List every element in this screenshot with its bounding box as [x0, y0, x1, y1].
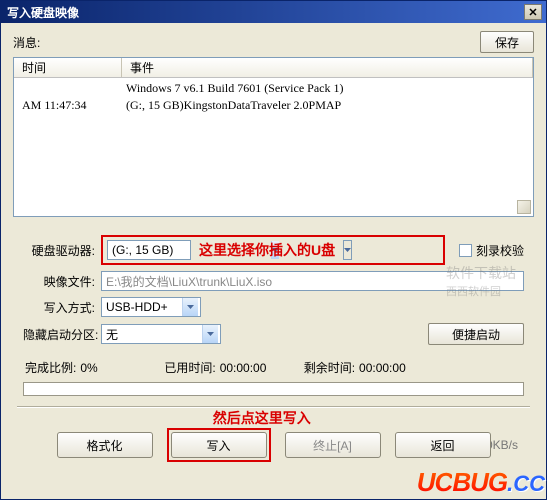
hidden-part-value[interactable] [102, 325, 202, 343]
log-body[interactable]: Windows 7 v6.1 Build 7601 (Service Pack … [14, 78, 533, 216]
write-mode-label: 写入方式: [23, 299, 95, 316]
log-header: 时间 事件 [14, 58, 533, 78]
log-event: Windows 7 v6.1 Build 7601 (Service Pack … [122, 80, 533, 97]
col-event-header[interactable]: 事件 [122, 58, 533, 77]
verify-label: 刻录校验 [476, 242, 524, 259]
save-button[interactable]: 保存 [480, 31, 534, 53]
message-label: 消息: [13, 34, 480, 51]
write-mode-value[interactable] [102, 298, 182, 316]
log-row: AM 11:47:34 (G:, 15 GB)KingstonDataTrave… [14, 97, 533, 114]
remain-label: 剩余时间: [304, 359, 355, 376]
button-bar: 然后点这里写入 格式化 写入 终止[A] 返回 [13, 428, 534, 462]
chevron-down-icon[interactable] [182, 298, 198, 316]
verify-checkbox[interactable]: 刻录校验 [459, 242, 524, 259]
drive-highlight: 这里选择你插入的U盘 [101, 235, 445, 265]
window-title: 写入硬盘映像 [7, 4, 524, 21]
image-file-label: 映像文件: [23, 273, 95, 290]
format-button[interactable]: 格式化 [57, 432, 153, 458]
elapsed-value: 00:00:00 [220, 361, 300, 375]
drive-annotation: 这里选择你插入的U盘 [195, 240, 339, 260]
back-button[interactable]: 返回 [395, 432, 491, 458]
col-time-header[interactable]: 时间 [14, 58, 122, 77]
hidden-part-combo[interactable] [101, 324, 221, 344]
stats-row: 完成比例: 0% 已用时间: 00:00:00 剩余时间: 00:00:00 [23, 359, 524, 376]
write-annotation: 然后点这里写入 [213, 408, 311, 428]
progress-bar [23, 382, 524, 396]
log-panel: 时间 事件 Windows 7 v6.1 Build 7601 (Service… [13, 57, 534, 217]
titlebar[interactable]: 写入硬盘映像 ✕ [1, 1, 546, 23]
window: 写入硬盘映像 ✕ 消息: 保存 时间 事件 Windows 7 v6.1 Bui… [0, 0, 547, 500]
checkbox-icon[interactable] [459, 244, 472, 257]
progress-value: 0% [80, 361, 160, 375]
log-row: Windows 7 v6.1 Build 7601 (Service Pack … [14, 80, 533, 97]
write-button[interactable]: 写入 [171, 432, 267, 458]
abort-button[interactable]: 终止[A] [285, 432, 381, 458]
hidden-part-label: 隐藏启动分区: [23, 326, 95, 343]
chevron-down-icon[interactable] [202, 325, 218, 343]
remain-value: 00:00:00 [359, 361, 419, 375]
drive-label: 硬盘驱动器: [23, 242, 95, 259]
conv-boot-button[interactable]: 便捷启动 [428, 323, 524, 345]
write-mode-combo[interactable] [101, 297, 201, 317]
drive-combo[interactable] [107, 240, 191, 260]
chevron-down-icon[interactable] [343, 240, 352, 260]
log-event: (G:, 15 GB)KingstonDataTraveler 2.0PMAP [122, 97, 533, 114]
log-time [14, 80, 122, 97]
resize-grip-icon [517, 200, 531, 214]
progress-label: 完成比例: [25, 359, 76, 376]
image-file-input[interactable] [101, 271, 524, 291]
elapsed-label: 已用时间: [164, 359, 215, 376]
client-area: 消息: 保存 时间 事件 Windows 7 v6.1 Build 7601 (… [1, 23, 546, 499]
write-highlight: 写入 [167, 428, 271, 462]
close-icon[interactable]: ✕ [524, 4, 542, 20]
log-time: AM 11:47:34 [14, 97, 122, 114]
form-area: 硬盘驱动器: 这里选择你插入的U盘 刻录校验 [13, 235, 534, 396]
